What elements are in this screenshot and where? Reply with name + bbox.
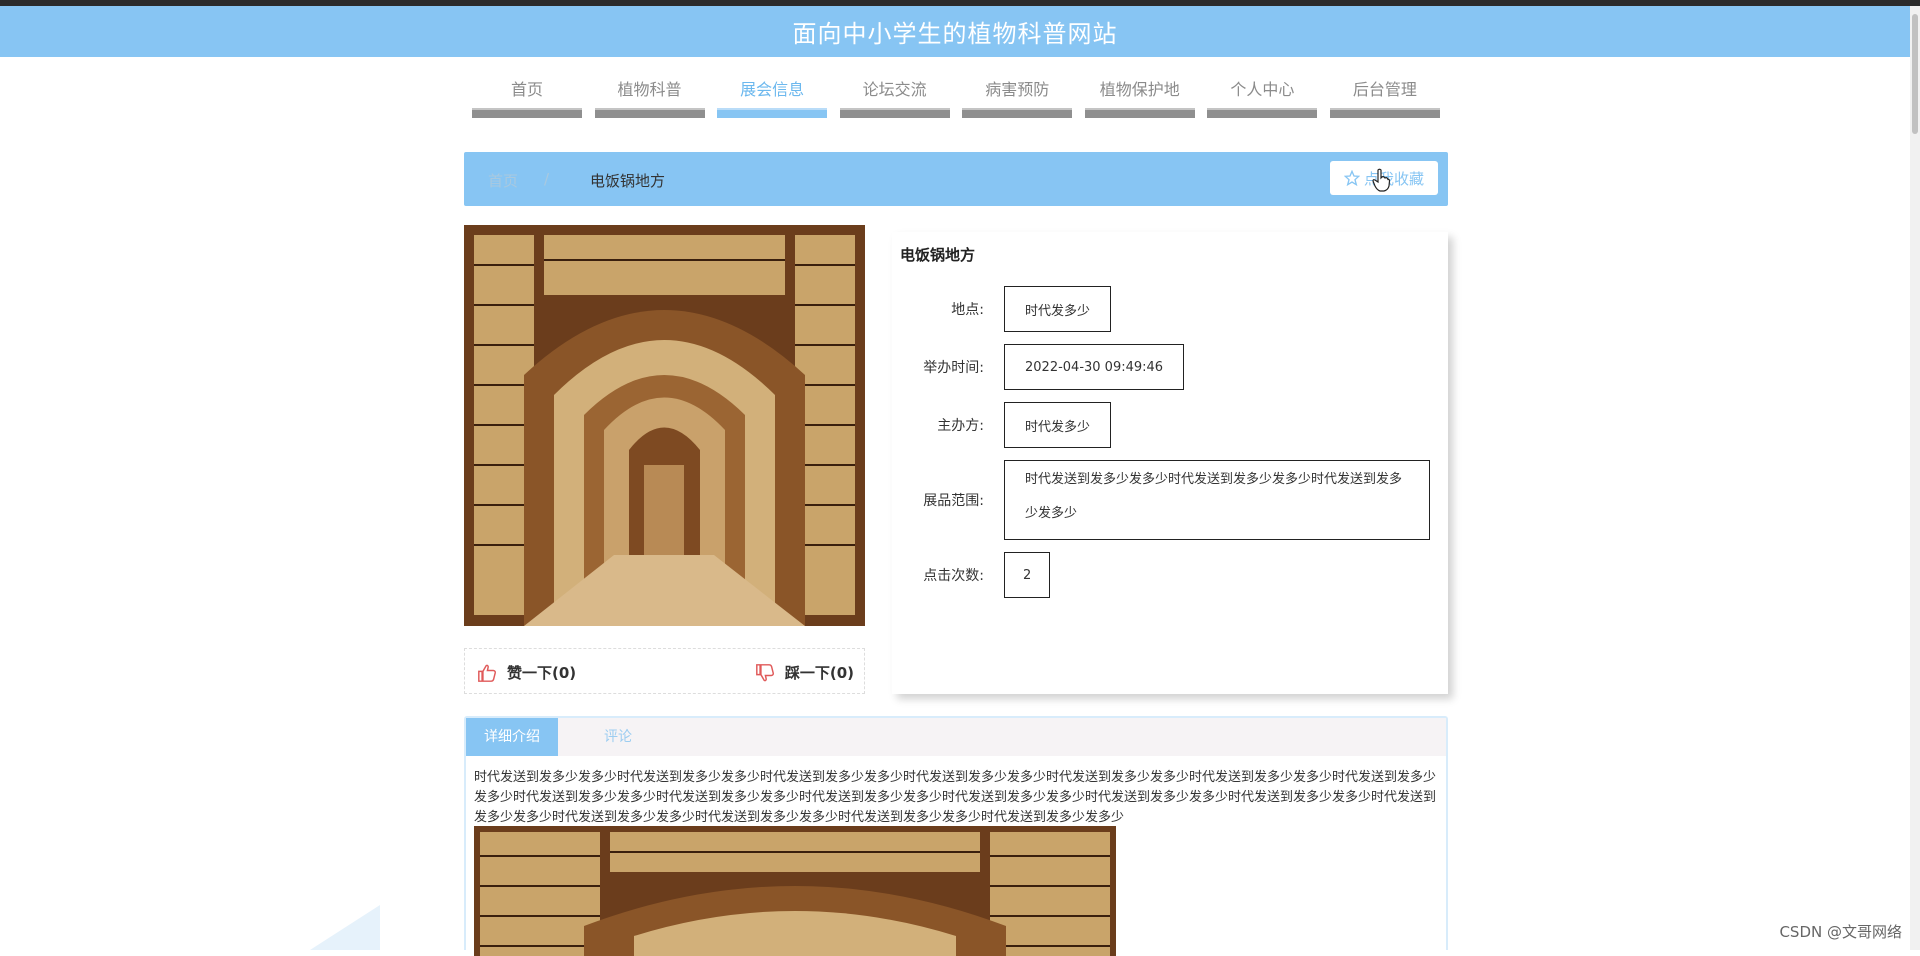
field-label: 主办方: — [892, 415, 984, 435]
site-header: 面向中小学生的植物科普网站 — [0, 6, 1910, 57]
scrollbar-thumb[interactable] — [1912, 14, 1918, 134]
field-value: 2 — [1004, 552, 1050, 598]
field-label: 展品范围: — [892, 490, 984, 510]
dislike-label: 踩一下(0) — [785, 662, 854, 683]
breadcrumb-separator: / — [544, 170, 549, 188]
nav-item-forum[interactable]: 论坛交流 — [840, 76, 950, 122]
tab-detail[interactable]: 详细介绍 — [466, 718, 558, 756]
nav-item-user-center[interactable]: 个人中心 — [1207, 76, 1317, 122]
nav-item-label: 论坛交流 — [840, 76, 950, 108]
nav-item-bar — [1207, 108, 1317, 118]
exhibition-photo — [464, 225, 865, 626]
field-label: 举办时间: — [892, 357, 984, 377]
nav-item-label: 后台管理 — [1330, 76, 1440, 108]
nav-item-label: 植物保护地 — [1085, 76, 1195, 108]
nav-item-label: 植物科普 — [595, 76, 705, 108]
field-label: 点击次数: — [892, 565, 984, 585]
detail-tabs-panel: 详细介绍 评论 时代发送到发多少发多少时代发送到发多少发多少时代发送到发多少发多… — [464, 716, 1448, 950]
nav-item-admin[interactable]: 后台管理 — [1330, 76, 1440, 122]
nav-item-label: 个人中心 — [1207, 76, 1317, 108]
field-exhibit-scope: 展品范围: 时代发送到发多少发多少时代发送到发多少发多少时代发送到发多少发多少 — [892, 460, 1430, 540]
field-click-count: 点击次数: 2 — [892, 552, 1050, 598]
nav-item-bar — [1085, 108, 1195, 118]
nav-item-bar — [717, 108, 827, 118]
star-icon — [1344, 170, 1360, 186]
watermark: CSDN @文哥网络 — [1779, 921, 1902, 942]
site-title: 面向中小学生的植物科普网站 — [793, 14, 1118, 49]
field-time: 举办时间: 2022-04-30 09:49:46 — [892, 344, 1184, 390]
main-nav: 首页 植物科普 展会信息 论坛交流 病害预防 植物保护地 个人中心 后台管理 — [472, 76, 1440, 122]
field-label: 地点: — [892, 299, 984, 319]
field-value: 时代发多少 — [1004, 402, 1111, 448]
breadcrumb-current: 电饭锅地方 — [590, 170, 665, 191]
nav-item-bar — [840, 108, 950, 118]
thumbs-down-icon — [755, 664, 775, 682]
detail-photo — [474, 826, 1116, 956]
nav-item-label: 首页 — [472, 76, 582, 108]
breadcrumb: 首页 / 电饭锅地方 点我收藏 — [464, 152, 1448, 206]
nav-item-disease-prevention[interactable]: 病害预防 — [962, 76, 1072, 122]
nav-item-bar — [1330, 108, 1440, 118]
field-location: 地点: 时代发多少 — [892, 286, 1111, 332]
nav-item-plant-science[interactable]: 植物科普 — [595, 76, 705, 122]
like-button[interactable]: 赞一下(0) — [477, 662, 576, 683]
field-value: 时代发多少 — [1004, 286, 1111, 332]
tab-strip: 详细介绍 评论 — [466, 718, 1446, 756]
nav-item-protected-areas[interactable]: 植物保护地 — [1085, 76, 1195, 122]
like-label: 赞一下(0) — [507, 662, 576, 683]
nav-item-home[interactable]: 首页 — [472, 76, 582, 122]
nav-item-label: 展会信息 — [717, 76, 827, 108]
field-organizer: 主办方: 时代发多少 — [892, 402, 1111, 448]
exhibition-info-panel: 电饭锅地方 地点: 时代发多少 举办时间: 2022-04-30 09:49:4… — [892, 232, 1448, 694]
breadcrumb-home-link[interactable]: 首页 — [488, 170, 518, 191]
detail-description: 时代发送到发多少发多少时代发送到发多少发多少时代发送到发多少发多少时代发送到发多… — [474, 768, 1440, 828]
decorative-shape — [300, 905, 380, 950]
nav-item-bar — [472, 108, 582, 118]
page-scrollbar[interactable] — [1910, 6, 1920, 950]
dislike-button[interactable]: 踩一下(0) — [755, 662, 854, 683]
field-value: 2022-04-30 09:49:46 — [1004, 344, 1184, 390]
field-value: 时代发送到发多少发多少时代发送到发多少发多少时代发送到发多少发多少 — [1004, 460, 1430, 540]
nav-item-bar — [962, 108, 1072, 118]
hand-cursor-icon — [1372, 168, 1390, 192]
vote-box: 赞一下(0) 踩一下(0) — [464, 648, 865, 694]
exhibition-title: 电饭锅地方 — [900, 244, 975, 265]
tab-comments[interactable]: 评论 — [588, 718, 648, 756]
nav-item-bar — [595, 108, 705, 118]
nav-item-label: 病害预防 — [962, 76, 1072, 108]
nav-item-exhibitions[interactable]: 展会信息 — [717, 76, 827, 122]
thumbs-up-icon — [477, 664, 497, 682]
